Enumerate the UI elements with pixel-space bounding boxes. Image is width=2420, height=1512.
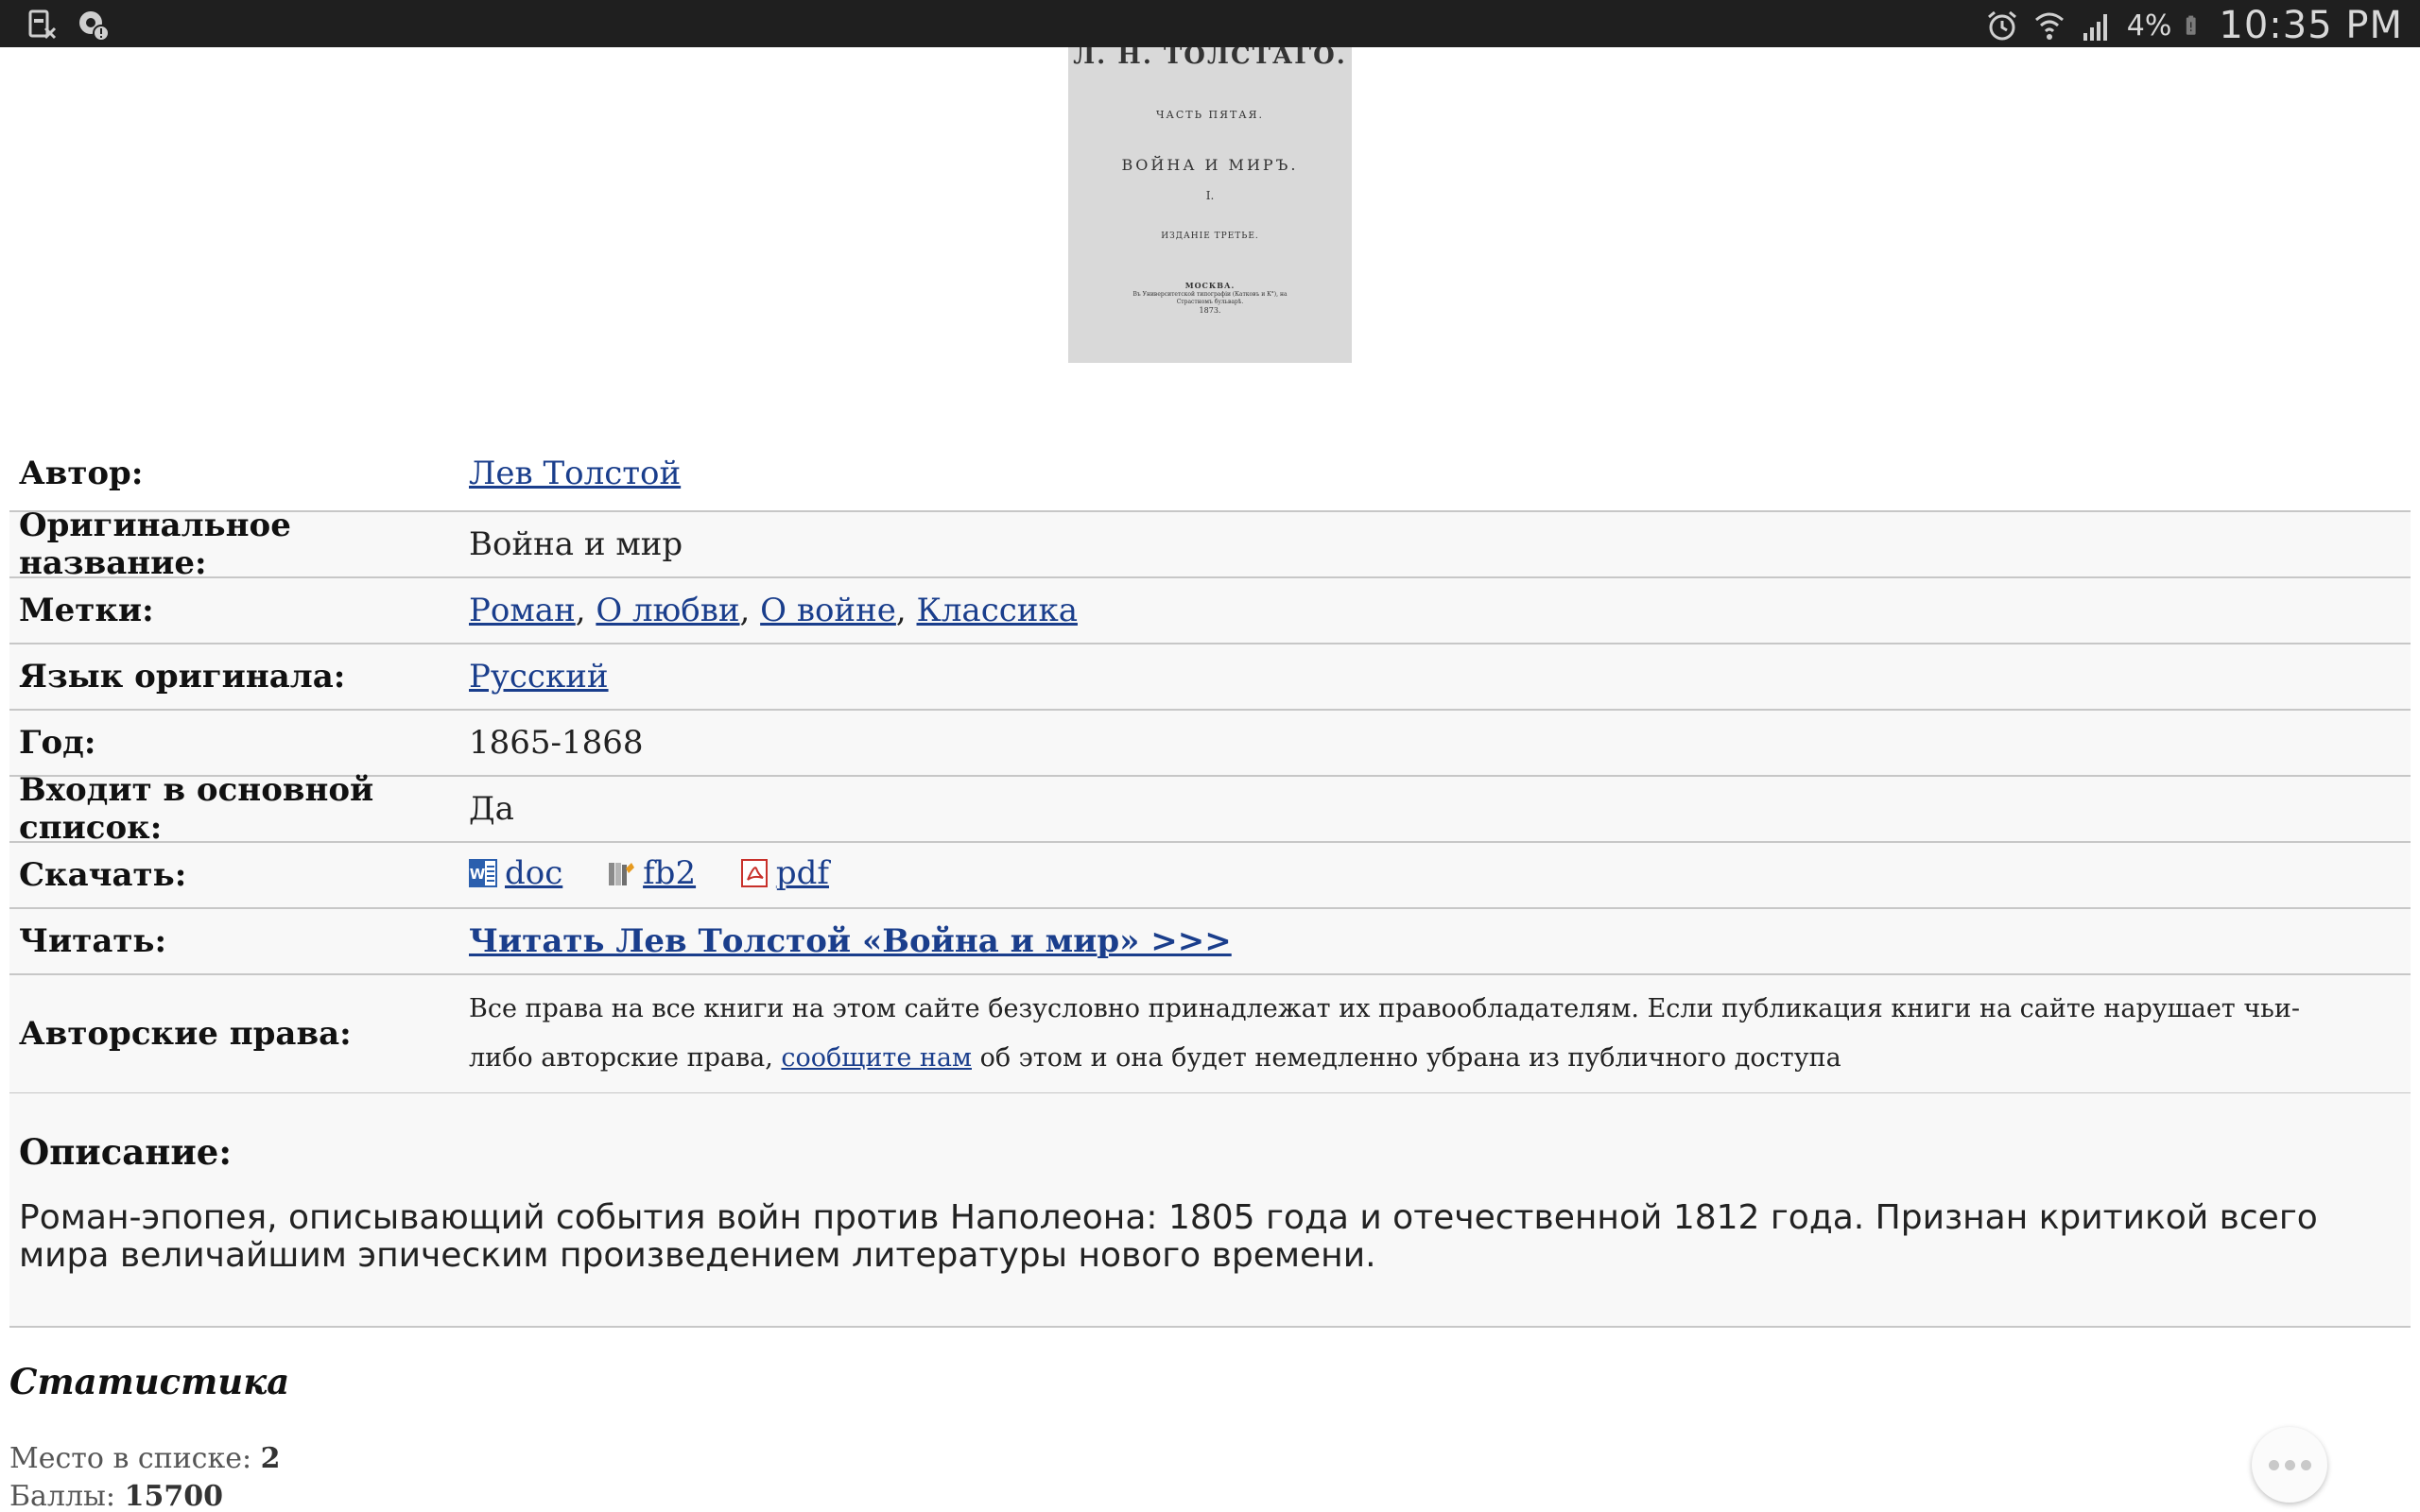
main-list-value: Да — [469, 790, 514, 828]
points-value: 15700 — [124, 1480, 223, 1512]
description-section: Описание: Роман-эпопея, описывающий собы… — [9, 1093, 2411, 1328]
pdf-icon — [740, 859, 768, 887]
download-fb2-label: fb2 — [643, 854, 697, 892]
status-bar: 4% 10:35 PM — [0, 0, 2420, 47]
tag-link-classic[interactable]: Классика — [917, 592, 1078, 629]
info-row-copyright: Авторские права: Все права на все книги … — [9, 975, 2411, 1094]
original-title-value: Война и мир — [469, 525, 683, 563]
info-row-read: Читать: Читать Лев Толстой «Война и мир»… — [9, 909, 2411, 975]
cover-city: МОСКВА. — [1184, 281, 1236, 290]
battery-low-icon — [2187, 15, 2196, 35]
info-row-original-title: Оригинальное название: Война и мир — [9, 507, 2411, 582]
description-text: Роман-эпопея, описывающий события войн п… — [19, 1198, 2318, 1275]
copyright-text-after: об этом и она будет немедленно убрана из… — [979, 1043, 1841, 1073]
fb2-book-icon — [609, 863, 635, 885]
tags-list: Роман, О любви, О войне, Классика — [469, 592, 2411, 629]
more-dots-icon — [2268, 1459, 2279, 1470]
cover-part: ЧАСТЬ ПЯТАЯ. — [1155, 109, 1265, 121]
points-label: Баллы: — [9, 1480, 116, 1512]
info-row-author: Автор: Лев Толстой — [9, 437, 2411, 512]
info-row-tags: Метки: Роман, О любви, О войне, Классика — [9, 578, 2411, 644]
download-label: Скачать: — [19, 856, 187, 894]
author-label: Автор: — [19, 455, 144, 492]
info-row-main-list: Входит в основной список: Да — [9, 771, 2411, 847]
battery-percent: 4% — [2126, 9, 2172, 43]
book-info-table: Автор: Лев Толстой Оригинальное название… — [9, 437, 2411, 1094]
more-dots-icon — [2284, 1459, 2295, 1470]
wifi-icon — [2034, 12, 2064, 40]
tags-label: Метки: — [19, 592, 154, 629]
signal-strength-icon — [2083, 14, 2107, 41]
language-label: Язык оригинала: — [19, 658, 346, 696]
tag-separator: , — [739, 592, 761, 629]
author-link[interactable]: Лев Толстой — [469, 455, 681, 492]
report-link[interactable]: сообщите нам — [781, 1043, 972, 1073]
tag-link-war[interactable]: О войне — [760, 592, 896, 629]
alarm-clock-icon — [1987, 10, 2016, 41]
tag-separator: , — [575, 592, 596, 629]
settings-alert-icon — [79, 11, 110, 42]
download-pdf-label: pdf — [775, 854, 830, 892]
download-links: W doc fb2 pdf — [469, 854, 2411, 896]
info-row-language: Язык оригинала: Русский — [9, 644, 2411, 711]
svg-text:W: W — [470, 866, 486, 883]
sim-card-error-icon — [28, 9, 57, 40]
year-label: Год: — [19, 724, 96, 762]
clock: 10:35 PM — [2219, 4, 2403, 47]
tag-link-novel[interactable]: Роман — [469, 592, 576, 629]
floating-menu-button[interactable] — [2252, 1427, 2327, 1503]
cover-year: 1873. — [1199, 306, 1221, 315]
rank-label: Место в списке: — [9, 1442, 252, 1475]
copyright-text: Все права на все книги на этом сайте без… — [469, 985, 2411, 1083]
tag-separator: , — [895, 592, 917, 629]
cover-author: Л. Н. ТОЛСТАГО. — [1073, 47, 1347, 70]
book-cover-image: Л. Н. ТОЛСТАГО. ЧАСТЬ ПЯТАЯ. ВОЙНА И МИР… — [1068, 47, 1352, 363]
original-title-label: Оригинальное название: — [19, 507, 291, 582]
read-online-link[interactable]: Читать Лев Толстой «Война и мир» >>> — [469, 922, 1232, 960]
stat-rank: Место в списке: 2 — [9, 1442, 281, 1475]
main-list-label: Входит в основной список: — [19, 771, 374, 847]
download-doc-link[interactable]: W doc — [469, 854, 562, 892]
cover-title: ВОЙНА И МИРЪ. — [1121, 156, 1299, 174]
cover-edition: ИЗДАНІЕ ТРЕТЬЕ. — [1161, 232, 1259, 241]
cover-press: Въ Университетской типографіи (Катковъ и… — [1132, 291, 1288, 305]
statistics-heading: Статистика — [9, 1361, 290, 1402]
copyright-label: Авторские права: — [19, 1015, 352, 1053]
info-row-year: Год: 1865-1868 — [9, 711, 2411, 777]
tag-link-love[interactable]: О любви — [596, 592, 739, 629]
download-fb2-link[interactable]: fb2 — [607, 854, 696, 892]
download-doc-label: doc — [505, 854, 563, 892]
year-value: 1865-1868 — [469, 724, 644, 762]
rank-value: 2 — [260, 1442, 281, 1475]
more-dots-icon — [2300, 1459, 2311, 1470]
download-pdf-link[interactable]: pdf — [740, 854, 829, 892]
word-doc-icon: W — [469, 859, 497, 887]
read-label: Читать: — [19, 922, 167, 960]
language-link[interactable]: Русский — [469, 658, 609, 696]
stat-points: Баллы: 15700 — [9, 1480, 223, 1512]
info-row-download: Скачать: W doc fb2 pdf — [9, 843, 2411, 909]
description-heading: Описание: — [19, 1131, 232, 1173]
cover-volume: I. — [1205, 189, 1215, 202]
